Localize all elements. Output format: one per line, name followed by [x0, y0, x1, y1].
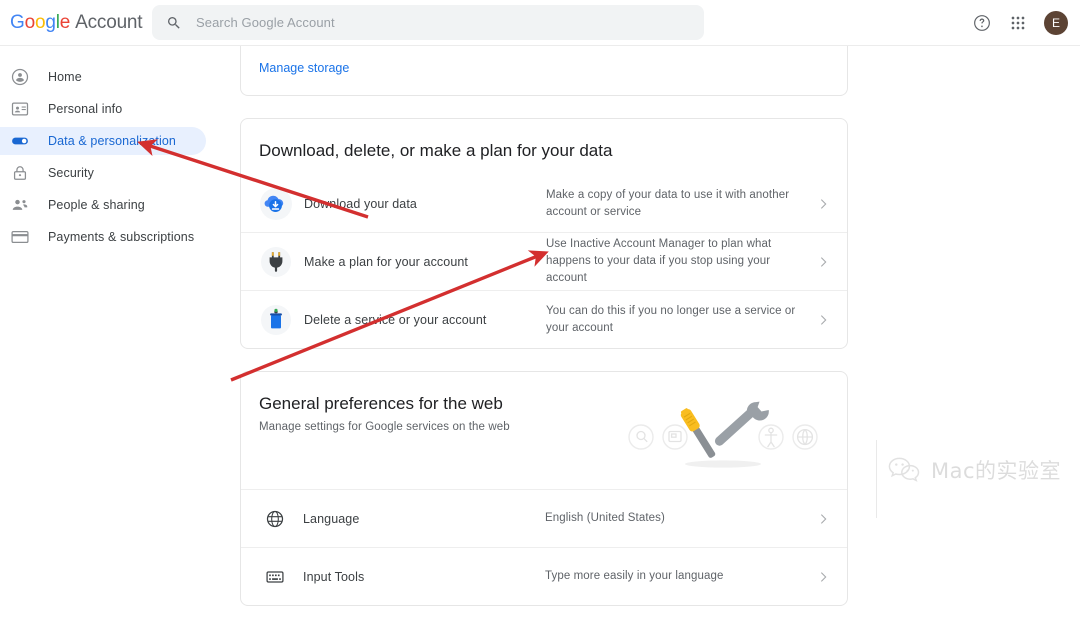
app-header: Google Account Search Google Account E [0, 0, 1080, 46]
avatar[interactable]: E [1044, 10, 1068, 35]
apps-grid-icon[interactable] [1008, 13, 1028, 33]
row-delete-service-or-account[interactable]: Delete a service or your account You can… [241, 290, 847, 348]
general-preferences-card: General preferences for the web Manage s… [240, 371, 848, 606]
watermark-divider [876, 440, 877, 518]
brand-logo[interactable]: Google Account [10, 11, 143, 34]
card-title: Download, delete, or make a plan for you… [259, 141, 613, 160]
watermark: Mac的实验室 [886, 452, 1061, 488]
row-description: You can do this if you no longer use a s… [546, 304, 796, 334]
search-icon [166, 15, 182, 31]
sidebar-nav: Home Personal info Data & personalizatio… [0, 45, 225, 255]
row-description: Make a copy of your data to use it with … [546, 188, 790, 218]
sidebar-item-payments-subscriptions[interactable]: Payments & subscriptions [0, 223, 225, 251]
row-label: Language [303, 511, 360, 526]
sidebar-item-home[interactable]: Home [0, 63, 225, 91]
trash-bin-icon [259, 303, 293, 337]
row-label: Download your data [304, 196, 417, 211]
sidebar-item-data-personalization[interactable]: Data & personalization [0, 127, 206, 155]
help-circle-icon[interactable] [972, 13, 992, 33]
cloud-download-icon [259, 187, 293, 221]
sidebar-item-label: Security [48, 166, 94, 180]
header-actions: E [972, 0, 1068, 45]
row-make-a-plan[interactable]: Make a plan for your account Use Inactiv… [241, 232, 847, 290]
row-description: English (United States) [545, 512, 665, 525]
home-account-icon [10, 67, 30, 87]
google-wordmark: Google [10, 11, 71, 33]
chevron-right-icon[interactable] [815, 254, 831, 270]
keyboard-icon [265, 567, 285, 587]
power-plug-icon [259, 245, 293, 279]
row-description: Use Inactive Account Manager to plan wha… [546, 238, 772, 284]
row-language[interactable]: Language English (United States) [241, 489, 847, 547]
sidebar-item-label: Payments & subscriptions [48, 230, 195, 244]
watermark-text: Mac的实验室 [931, 459, 1062, 483]
people-icon [10, 195, 30, 215]
search-input[interactable]: Search Google Account [152, 5, 704, 40]
data-plan-card-header: Download, delete, or make a plan for you… [241, 119, 847, 167]
storage-card: Manage storage [240, 45, 848, 96]
row-label: Make a plan for your account [304, 254, 468, 269]
chevron-right-icon[interactable] [815, 196, 831, 212]
globe-icon [265, 509, 285, 529]
credit-card-icon [10, 227, 30, 247]
row-label: Delete a service or your account [304, 312, 487, 327]
row-input-tools[interactable]: Input Tools Type more easily in your lan… [241, 547, 847, 605]
sidebar-item-label: People & sharing [48, 198, 145, 212]
chevron-right-icon[interactable] [815, 569, 831, 585]
manage-storage-row: Manage storage [241, 45, 847, 95]
chevron-right-icon[interactable] [815, 511, 831, 527]
row-label: Input Tools [303, 569, 365, 584]
wrench-screwdriver-illustration [623, 394, 823, 470]
search-placeholder: Search Google Account [196, 15, 335, 30]
chevron-right-icon[interactable] [815, 312, 831, 328]
main-content: Manage storage Download, delete, or make… [240, 45, 848, 628]
sidebar-item-label: Personal info [48, 102, 123, 116]
sidebar-item-label: Data & personalization [48, 134, 176, 148]
sidebar-item-people-sharing[interactable]: People & sharing [0, 191, 225, 219]
row-download-your-data[interactable]: Download your data Make a copy of your d… [241, 175, 847, 232]
manage-storage-link[interactable]: Manage storage [259, 61, 349, 75]
row-description: Type more easily in your language [545, 570, 724, 583]
data-plan-card: Download, delete, or make a plan for you… [240, 118, 848, 349]
id-card-icon [10, 99, 30, 119]
lock-icon [10, 163, 30, 183]
product-name: Account [75, 11, 143, 33]
wechat-bubble-icon [886, 452, 922, 488]
sidebar-item-personal-info[interactable]: Personal info [0, 95, 225, 123]
toggle-switch-icon [10, 131, 30, 151]
sidebar-item-security[interactable]: Security [0, 159, 225, 187]
sidebar-item-label: Home [48, 70, 82, 84]
